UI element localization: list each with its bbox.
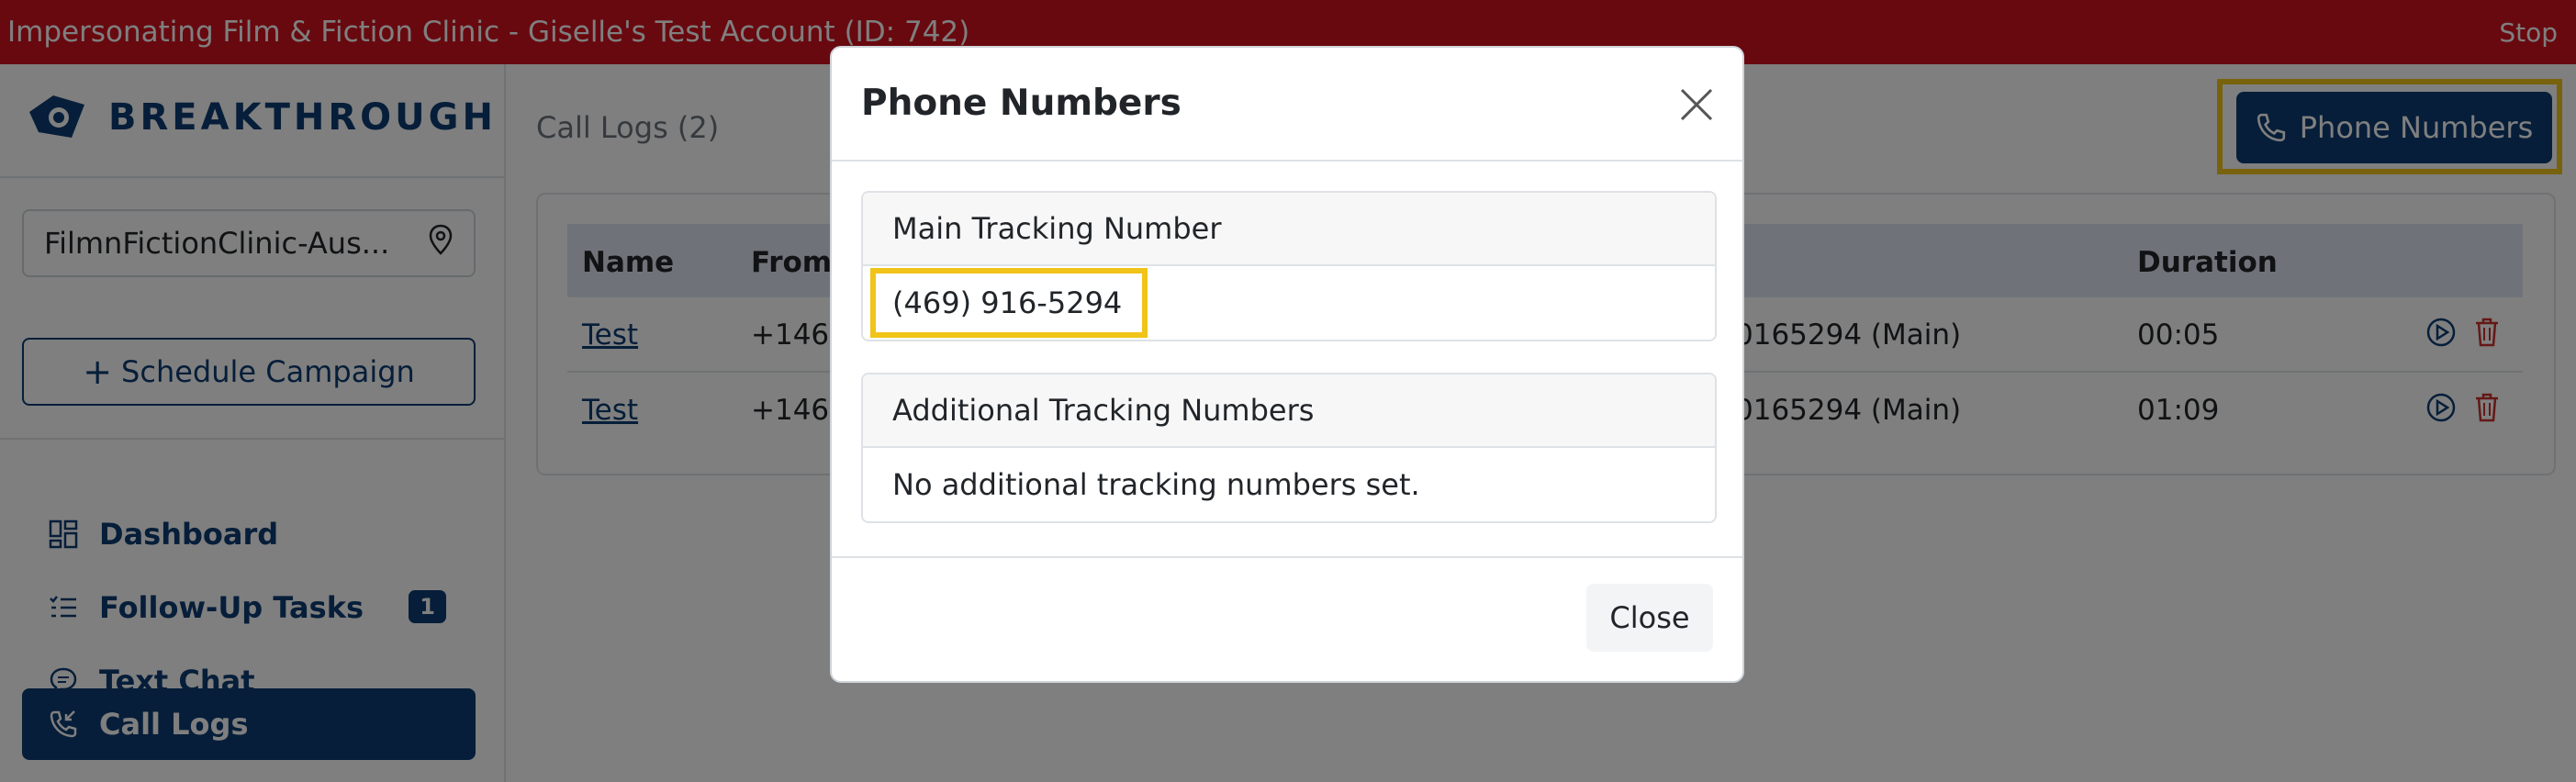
close-icon[interactable] — [1676, 84, 1717, 125]
additional-tracking-panel: Additional Tracking Numbers No additiona… — [861, 373, 1717, 523]
main-tracking-label: Main Tracking Number — [863, 193, 1715, 266]
modal-title: Phone Numbers — [861, 83, 1182, 124]
main-tracking-body: (469) 916-5294 — [863, 266, 1715, 340]
close-button[interactable]: Close — [1586, 584, 1713, 652]
modal-header-divider — [832, 160, 1742, 162]
additional-tracking-text: No additional tracking numbers set. — [892, 467, 1420, 502]
highlight-box — [870, 268, 1148, 338]
main-tracking-panel: Main Tracking Number (469) 916-5294 — [861, 191, 1717, 341]
additional-tracking-label: Additional Tracking Numbers — [863, 374, 1715, 448]
modal-footer-divider — [832, 556, 1742, 558]
phone-numbers-modal: Phone Numbers Main Tracking Number (469)… — [830, 46, 1744, 683]
